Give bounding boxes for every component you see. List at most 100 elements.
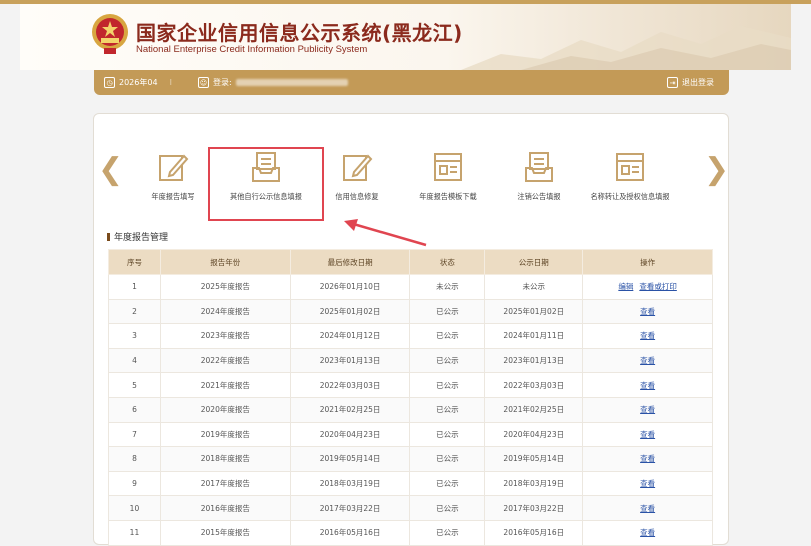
cell-modified: 2026年01月10日 (289, 274, 411, 300)
cell-year: 2022年度报告 (159, 347, 291, 374)
annual-report-table: 序号 报告年份 最后修改日期 状态 公示日期 操作 1 2025年度报告 2026年… (108, 249, 713, 546)
cell-modified: 2022年03月03日 (289, 372, 411, 398)
table-row: 5 2021年度报告 2022年03月03日 已公示 2022年03月03日 查看 (108, 372, 713, 398)
view-link[interactable]: 查看 (640, 430, 655, 439)
company-name-redacted (235, 79, 348, 86)
template-icon (616, 153, 644, 181)
section-marker (107, 232, 110, 241)
table-row: 4 2022年度报告 2023年01月13日 已公示 2023年01月13日 查看 (108, 347, 713, 374)
cell-actions: 查看 (582, 519, 713, 546)
section-title: 年度报告管理 (107, 230, 168, 243)
cell-actions: 编辑 查看或打印 (582, 274, 713, 300)
cell-status: 已公示 (409, 347, 486, 374)
date-text: 2026年04 (119, 78, 158, 87)
user-icon: ☺ (198, 77, 209, 88)
column-header: 序号 (108, 249, 161, 275)
cell-year: 2017年度报告 (159, 470, 291, 497)
view-link[interactable]: 查看 (640, 479, 655, 488)
table-header-row: 序号 报告年份 最后修改日期 状态 公示日期 操作 (108, 249, 713, 275)
edit-icon (343, 154, 373, 181)
cell-no: 2 (108, 298, 161, 325)
table-row: 2 2024年度报告 2025年01月02日 已公示 2025年01月02日 查看 (108, 298, 713, 325)
cell-modified: 2024年01月12日 (289, 323, 411, 349)
edit-icon (159, 154, 189, 181)
cell-status: 已公示 (409, 323, 486, 349)
view-link[interactable]: 查看 (640, 405, 655, 414)
cell-actions: 查看 (582, 372, 713, 398)
cell-published: 未公示 (484, 274, 584, 300)
logout-icon: ⇥ (667, 77, 678, 88)
site-banner: 国家企业信用信息公示系统(黑龙江) National Enterprise Cr… (20, 4, 791, 70)
table-row: 6 2020年度报告 2021年02月25日 已公示 2021年02月25日 查看 (108, 396, 713, 423)
cell-no: 4 (108, 347, 161, 374)
cell-published: 2021年02月25日 (484, 396, 584, 423)
cell-actions: 查看 (582, 323, 713, 349)
cell-year: 2019年度报告 (159, 421, 291, 448)
logout-button[interactable]: ⇥ 退出登录 (667, 70, 714, 95)
cell-published: 2019年05月14日 (484, 446, 584, 472)
cell-status: 已公示 (409, 396, 486, 423)
login-label: 登录: (213, 78, 232, 87)
site-subtitle: National Enterprise Credit Information P… (136, 44, 368, 55)
column-header: 状态 (409, 249, 486, 275)
cell-status: 已公示 (409, 470, 486, 497)
login-info: ☺ 登录: (198, 70, 348, 95)
cell-actions: 查看 (582, 495, 713, 521)
cell-published: 2018年03月19日 (484, 470, 584, 497)
table-row: 8 2018年度报告 2019年05月14日 已公示 2019年05月14日 查看 (108, 446, 713, 472)
view-link[interactable]: 查看 (640, 381, 655, 390)
user-bar: ◷ 2026年04 ⁝ ☺ 登录: ⇥ 退出登录 (94, 70, 729, 95)
cell-status: 已公示 (409, 372, 486, 398)
cell-no: 6 (108, 396, 161, 423)
cell-actions: 查看 (582, 396, 713, 423)
site-title: 国家企业信用信息公示系统(黑龙江) (136, 21, 463, 45)
cell-no: 5 (108, 372, 161, 398)
cell-published: 2022年03月03日 (484, 372, 584, 398)
cell-year: 2015年度报告 (159, 519, 291, 546)
view-link[interactable]: 查看 (640, 528, 655, 537)
view-link[interactable]: 查看 (640, 331, 655, 340)
cell-status: 已公示 (409, 298, 486, 325)
carousel-next-button[interactable]: ❯ (704, 155, 729, 185)
cell-published: 2016年05月16日 (484, 519, 584, 546)
cell-actions: 查看 (582, 470, 713, 497)
date-display: ◷ 2026年04 ⁝ (104, 70, 172, 95)
cell-no: 3 (108, 323, 161, 349)
cell-modified: 2025年01月02日 (289, 298, 411, 325)
view-link[interactable]: 查看 (640, 504, 655, 513)
cell-year: 2025年度报告 (159, 274, 291, 300)
cell-year: 2023年度报告 (159, 323, 291, 349)
annotation-arrow-icon (344, 219, 427, 247)
cell-actions: 查看 (582, 298, 713, 325)
template-icon (434, 153, 462, 181)
cell-modified: 2016年05月16日 (289, 519, 411, 546)
view-link[interactable]: 查看 (640, 356, 655, 365)
cell-modified: 2018年03月19日 (289, 470, 411, 497)
nav-item-name-transfer[interactable]: 名称转让及授权信息填报 (575, 150, 685, 202)
cell-no: 7 (108, 421, 161, 448)
cell-published: 2024年01月11日 (484, 323, 584, 349)
cell-status: 未公示 (409, 274, 486, 300)
cell-status: 已公示 (409, 446, 486, 472)
view-print-link[interactable]: 查看或打印 (639, 282, 677, 291)
cell-actions: 查看 (582, 446, 713, 472)
section-title-text: 年度报告管理 (114, 233, 169, 243)
cell-year: 2016年度报告 (159, 495, 291, 521)
clock-icon: ◷ (104, 77, 115, 88)
cell-actions: 查看 (582, 421, 713, 448)
view-link[interactable]: 查看 (640, 307, 655, 316)
cell-modified: 2017年03月22日 (289, 495, 411, 521)
edit-link[interactable]: 编辑 (618, 282, 633, 291)
column-header: 最后修改日期 (289, 249, 411, 275)
view-link[interactable]: 查看 (640, 454, 655, 463)
cell-year: 2024年度报告 (159, 298, 291, 325)
cell-status: 已公示 (409, 421, 486, 448)
cell-modified: 2020年04月23日 (289, 421, 411, 448)
cell-no: 9 (108, 470, 161, 497)
logout-label: 退出登录 (682, 78, 714, 87)
column-header: 报告年份 (159, 249, 291, 275)
column-header: 操作 (582, 249, 713, 275)
table-row: 7 2019年度报告 2020年04月23日 已公示 2020年04月23日 查看 (108, 421, 713, 448)
cell-published: 2025年01月02日 (484, 298, 584, 325)
cell-published: 2017年03月22日 (484, 495, 584, 521)
